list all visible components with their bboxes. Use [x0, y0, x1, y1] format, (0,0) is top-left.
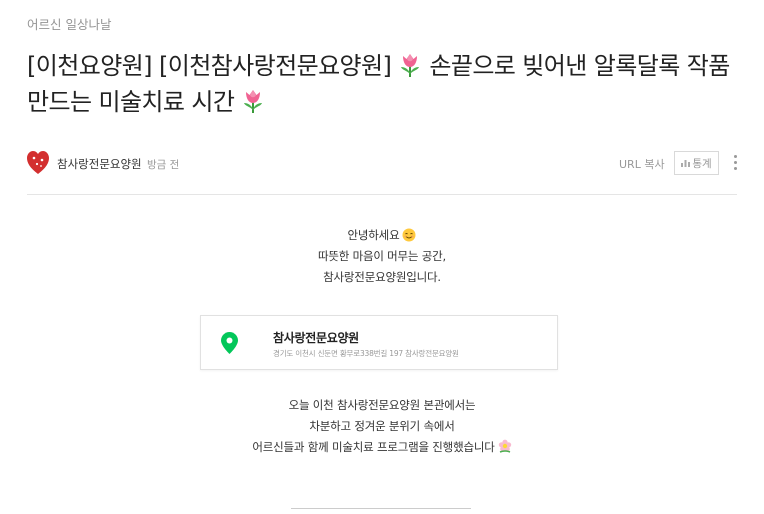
url-copy-button[interactable]: URL 복사	[619, 156, 665, 172]
tulip-icon	[244, 90, 263, 113]
body-line-2: 차분하고 정겨운 분위기 속에서	[309, 419, 455, 433]
author-name[interactable]: 참사랑전문요양원	[57, 156, 142, 172]
blossom-icon	[498, 439, 511, 453]
body-paragraph: 오늘 이천 참사랑전문요양원 본관에서는 차분하고 정겨운 분위기 속에서 어르…	[0, 395, 764, 458]
post-category[interactable]: 어르신 일상나날	[27, 14, 111, 33]
place-name: 참사랑전문요양원	[273, 331, 359, 345]
intro-line-1: 안녕하세요	[347, 228, 400, 242]
body-line-3: 어르신들과 함께 미술치료 프로그램을 진행했습니다	[252, 440, 495, 454]
body-line-1: 오늘 이천 참사랑전문요양원 본관에서는	[288, 398, 476, 412]
tulip-icon	[401, 54, 420, 77]
place-address: 경기도 이천시 신둔면 황무로338번길 197 참사랑전문요양원	[273, 349, 459, 358]
bar-chart-icon	[681, 160, 691, 167]
author-avatar[interactable]	[27, 151, 49, 175]
more-vertical-icon	[733, 155, 737, 158]
intro-line-3: 참사랑전문요양원입니다.	[323, 270, 441, 284]
bottom-divider	[291, 508, 471, 509]
map-pin-icon	[221, 332, 238, 354]
title-prefix: [이천요양원] [이천참사랑전문요양원]	[27, 52, 392, 80]
intro-line-2: 따뜻한 마음이 머무는 공간,	[317, 249, 446, 263]
more-options-button[interactable]	[731, 153, 739, 173]
author-row: 참사랑전문요양원 방금 전 URL 복사 통계	[27, 150, 737, 178]
intro-paragraph: 안녕하세요 따뜻한 마음이 머무는 공간, 참사랑전문요양원입니다.	[0, 225, 764, 288]
smiling-face-icon	[402, 228, 416, 242]
stats-button[interactable]: 통계	[674, 151, 719, 175]
header-divider	[27, 194, 737, 195]
post-time: 방금 전	[147, 159, 180, 171]
stats-label: 통계	[692, 157, 712, 170]
place-card[interactable]: 참사랑전문요양원 경기도 이천시 신둔면 황무로338번길 197 참사랑전문요…	[200, 315, 558, 370]
post-title: [이천요양원] [이천참사랑전문요양원] 손끝으로 빚어낸 알록달록 작품 만드…	[27, 48, 747, 120]
